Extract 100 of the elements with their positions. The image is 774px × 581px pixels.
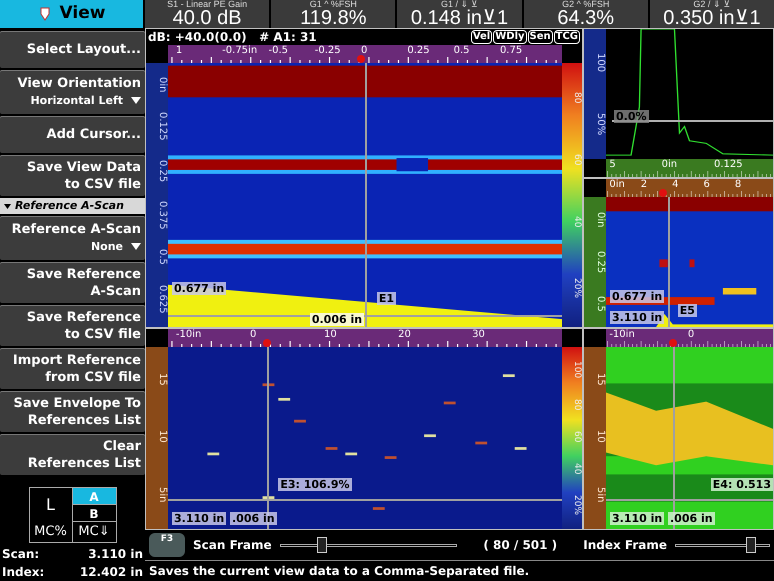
cursor-readout: E4: 0.513 [710, 478, 773, 491]
readout-value: 119.8% [300, 9, 366, 28]
slider-thumb[interactable] [317, 537, 328, 553]
readout-label: S1 - Linear PE Gain [167, 0, 248, 9]
ruler-label: 5in [156, 487, 168, 503]
cursor-readout: 0.0% [614, 110, 649, 123]
reading-value: 3.110 in [88, 546, 143, 563]
ruler-label: 10 [324, 329, 337, 340]
ruler-label: 30 [472, 329, 485, 340]
readout-label: G1 / ⇓ ⊻ [441, 0, 478, 9]
ruler-label: 0in [156, 76, 168, 92]
ruler-label: -0.75in [222, 45, 258, 56]
ruler-label: 0in [609, 179, 625, 190]
cursor-readout: E3: 106.9% [278, 478, 352, 491]
cursor-readout: E1 [376, 292, 396, 305]
readout-value: 0.350 in⊻1 [663, 9, 761, 28]
ruler-label: 0.375 [156, 201, 168, 230]
ruler-label: 10 [594, 430, 606, 443]
ruler-label: 100 [594, 53, 606, 72]
ruler-label: 1 [176, 45, 182, 56]
ruler-label: 8 [734, 179, 742, 190]
cursor-marker-icon [357, 55, 366, 63]
frame-slider[interactable] [280, 537, 458, 553]
status-badge: TCG [554, 30, 580, 44]
cursor-readout: .006 in [668, 512, 715, 525]
ruler-label: 15 [156, 373, 168, 386]
dropdown-button[interactable]: View Orientation Horizontal Left [0, 70, 145, 114]
scale-label: 40 [571, 216, 582, 228]
status-badge: Vel [470, 30, 492, 44]
function-key-button[interactable]: F3 [149, 533, 185, 557]
scale-label: 80 [571, 398, 582, 410]
ruler-label: 0in [594, 212, 606, 228]
cursor-readout: 3.110 in [610, 512, 664, 525]
status-message: Saves the current view data to a Comma-Separated file. [149, 563, 530, 580]
slider-thumb[interactable] [746, 537, 756, 553]
menu-button[interactable]: Save Reference A-Scan [0, 262, 145, 303]
cursor-readout: 3.110 in [172, 512, 226, 525]
status-badge: WDly [493, 30, 527, 44]
readout-label: G1 ^ %FSH [310, 0, 357, 9]
ruler-label: 0.125 [714, 159, 743, 170]
ruler-label: 0.5 [156, 249, 168, 266]
scale-label: 100 [571, 361, 582, 378]
caret-icon [131, 243, 141, 250]
ruler-label: 0.5 [594, 296, 606, 312]
dropdown-button[interactable]: Reference A-Scan None [0, 216, 145, 260]
menu-button[interactable]: Import Reference from CSV file [0, 348, 145, 389]
ruler-label: 0.25 [407, 45, 430, 56]
cursor-marker-icon [262, 339, 271, 347]
frame-count: ( 80 / 501 ) [482, 537, 558, 554]
caret-icon [4, 204, 11, 208]
ruler-label: 0.75 [500, 45, 522, 56]
cursor-readout: 0.006 in [310, 313, 364, 326]
ruler-label: 2 [640, 179, 648, 190]
ruler-label: 0 [688, 329, 694, 340]
ruler-label: 20 [398, 329, 411, 340]
scale-label: 60 [571, 154, 582, 166]
cursor-readout: .006 in [230, 512, 277, 525]
index-frame-label: Index Frame [583, 537, 667, 554]
menu-button[interactable]: Clear References List [0, 434, 145, 475]
scan-frame-label: Scan Frame [193, 537, 272, 554]
probe-icon [38, 7, 52, 21]
menu-button[interactable]: Select Layout... [0, 31, 145, 68]
section-title: Reference A-Scan [15, 198, 124, 214]
cursor-marker-icon [659, 189, 668, 197]
ruler-label: -0.25 [314, 45, 341, 56]
scale-label: 40 [571, 462, 582, 474]
ruler-label: 5 [609, 159, 616, 170]
menu-button[interactable]: Save Reference to CSV file [0, 305, 145, 346]
readout-value: 40.0 dB [172, 9, 242, 28]
ruler-label: 50% [594, 112, 606, 135]
mode-button[interactable]: MC% [30, 522, 72, 542]
ruler-label: 0.125 [156, 112, 168, 140]
ruler-label: 4 [672, 179, 678, 190]
reading-label: Scan: [2, 546, 40, 563]
ruler-label: -0.5 [268, 45, 288, 56]
scale-label: 20% [571, 278, 582, 298]
view-tab[interactable]: View [0, 0, 143, 28]
panel-header-text: dB: +40.0(0.0) # A1: 31 [148, 29, 317, 45]
ruler-label: 0in [662, 159, 678, 170]
ruler-label: 0 [361, 45, 368, 56]
ruler-label: 0.5 [454, 45, 470, 56]
frame-slider[interactable] [675, 537, 770, 553]
ruler-label: 0.625 [156, 284, 168, 314]
ruler-label: 5in [594, 487, 606, 503]
cursor-readout: 0.677 in [172, 282, 226, 295]
ruler-label: 15 [594, 373, 606, 386]
ruler-label: 0 [250, 329, 256, 340]
menu-button[interactable]: Add Cursor... [0, 116, 145, 153]
cursor-readout: 3.110 in [610, 311, 664, 324]
ruler-label: -10in [176, 329, 202, 340]
ruler-label: 0.25 [594, 250, 606, 273]
menu-button[interactable]: Save View Data to CSV file [0, 155, 145, 196]
caret-icon [131, 97, 141, 104]
section-header[interactable]: Reference A-Scan [0, 198, 145, 214]
readout-value: 0.148 in⊻1 [410, 9, 508, 28]
scale-label: 60 [571, 430, 582, 442]
reading-label: Index: [2, 564, 44, 581]
mode-button[interactable]: MC⇓ [72, 522, 116, 542]
status-badge: Sen [528, 30, 553, 44]
menu-button[interactable]: Save Envelope To References List [0, 391, 145, 432]
